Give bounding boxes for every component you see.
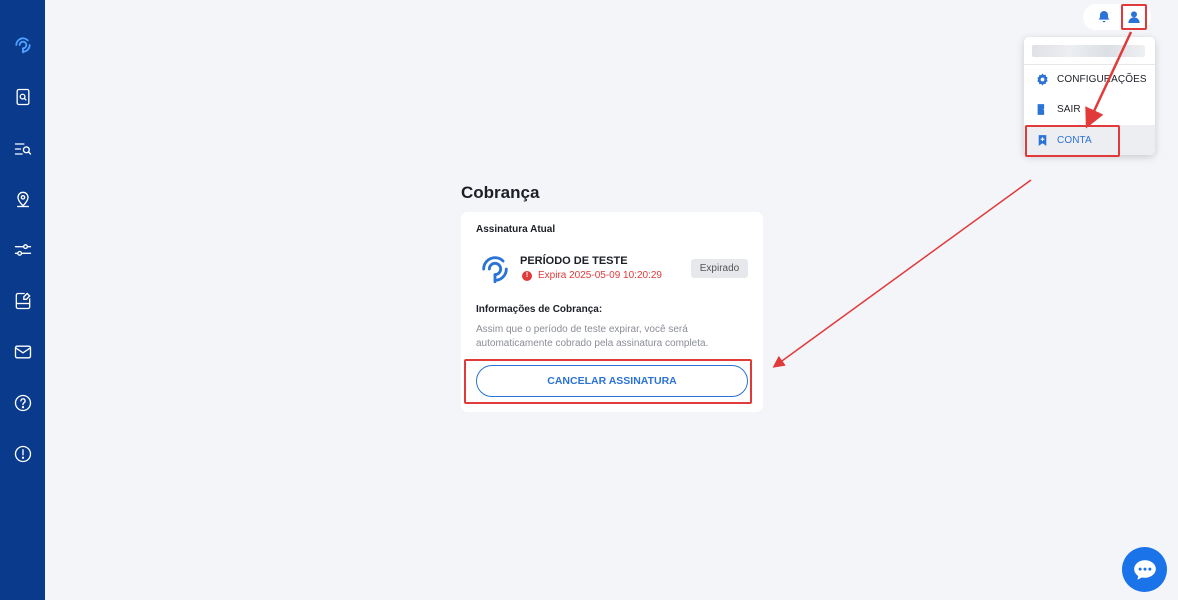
chat-button[interactable] xyxy=(1122,547,1167,592)
brand-logo-icon[interactable] xyxy=(12,34,34,56)
highlight-box-account xyxy=(1025,125,1120,157)
user-email-redacted xyxy=(1032,45,1145,57)
menu-item-logout[interactable]: SAIR xyxy=(1024,94,1155,124)
alert-icon[interactable] xyxy=(12,443,34,465)
chat-bubble-icon xyxy=(1133,559,1156,580)
expiry-text: Expira 2025-05-09 10:20:29 xyxy=(538,270,662,281)
help-icon[interactable] xyxy=(12,392,34,414)
sliders-icon[interactable] xyxy=(12,239,34,261)
document-search-icon[interactable] xyxy=(12,86,34,108)
clock-alert-icon: ! xyxy=(522,270,532,281)
plan-logo-icon xyxy=(478,252,512,286)
billing-info-text: Assim que o período de teste expirar, vo… xyxy=(476,324,709,349)
page-title: Cobrança xyxy=(461,183,540,202)
list-search-icon[interactable] xyxy=(12,138,34,160)
logout-icon xyxy=(1037,103,1049,115)
menu-item-settings[interactable]: CONFIGURAÇÕES xyxy=(1024,64,1155,94)
billing-info-heading: Informações de Cobrança: xyxy=(476,304,603,315)
document-edit-icon[interactable] xyxy=(12,290,34,312)
menu-item-label: SAIR xyxy=(1057,103,1081,115)
user-icon xyxy=(1128,11,1140,23)
sidebar xyxy=(0,0,45,600)
account-button[interactable] xyxy=(1121,4,1147,30)
current-subscription-heading: Assinatura Atual xyxy=(476,224,556,235)
mail-forward-icon[interactable] xyxy=(12,341,34,363)
arrow-to-cancel xyxy=(772,179,1032,368)
map-pin-icon[interactable] xyxy=(12,188,34,210)
plan-name: PERÍODO DE TESTE xyxy=(520,255,628,267)
cancel-subscription-button[interactable]: CANCELAR ASSINATURA xyxy=(476,365,748,397)
menu-item-label: CONFIGURAÇÕES xyxy=(1057,73,1147,85)
gear-icon xyxy=(1037,73,1048,85)
status-badge: Expirado xyxy=(691,259,748,278)
plan-expiry: ! Expira 2025-05-09 10:20:29 xyxy=(522,270,662,281)
bell-icon[interactable] xyxy=(1096,9,1112,25)
